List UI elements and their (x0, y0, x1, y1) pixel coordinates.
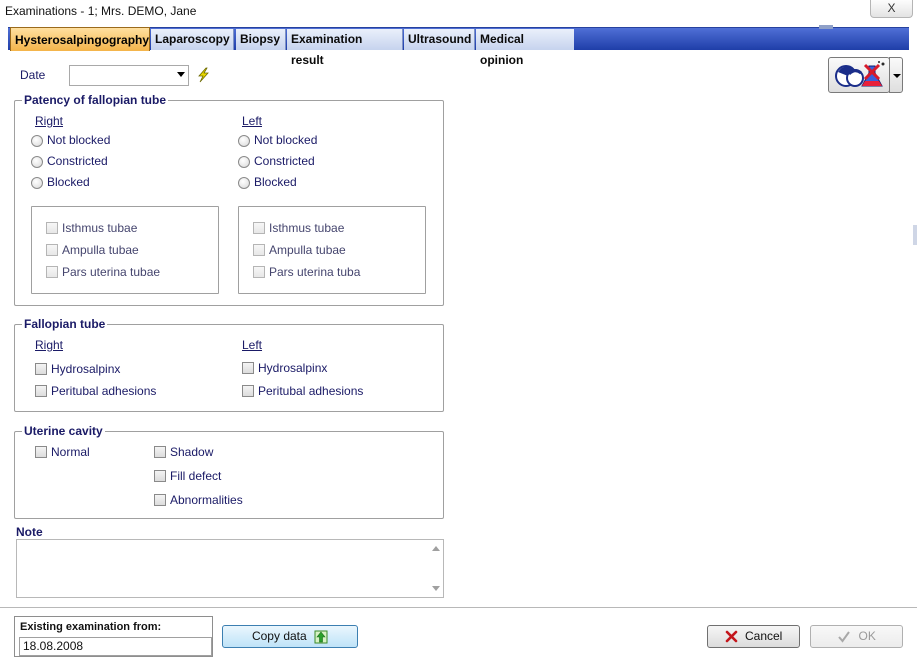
check-fill-defect-label[interactable]: Fill defect (170, 469, 221, 483)
window-title: Examinations - 1; Mrs. DEMO, Jane (5, 4, 197, 18)
check-left-isthmus-tubae[interactable] (253, 222, 265, 234)
check-normal[interactable] (35, 446, 47, 458)
check-right-pars-uterina[interactable] (46, 266, 58, 278)
examination-tool-icon (835, 61, 885, 87)
check-left-pars-uterina-label: Pars uterina tuba (269, 265, 361, 279)
ok-check-icon (838, 631, 850, 643)
check-shadow[interactable] (154, 446, 166, 458)
radio-left-not-blocked-label[interactable]: Not blocked (254, 133, 317, 147)
radio-right-not-blocked[interactable] (31, 135, 43, 147)
radio-left-constricted-label[interactable]: Constricted (254, 154, 315, 168)
tab-ultrasound[interactable]: Ultrasound (404, 29, 475, 50)
radio-left-blocked-label[interactable]: Blocked (254, 175, 297, 189)
dropdown-arrow-icon (893, 74, 901, 78)
check-right-ampulla-tubae-label: Ampulla tubae (62, 243, 139, 257)
cancel-icon (725, 631, 737, 643)
existing-examination-value[interactable]: 18.08.2008 (19, 637, 212, 656)
patency-left-heading: Left (242, 114, 263, 128)
check-abnormalities[interactable] (154, 494, 166, 506)
patency-right-heading: Right (35, 114, 64, 128)
check-right-peritubal-adhesions[interactable] (35, 385, 47, 397)
window-edge (913, 225, 917, 245)
radio-right-not-blocked-label[interactable]: Not blocked (47, 133, 110, 147)
radio-left-not-blocked[interactable] (238, 135, 250, 147)
title-bar: Examinations - 1; Mrs. DEMO, Jane X (0, 0, 917, 24)
examination-tool-dropdown[interactable] (889, 57, 903, 93)
tab-hysterosalpingography[interactable]: Hysterosalpingography (10, 27, 150, 51)
radio-right-blocked-label[interactable]: Blocked (47, 175, 90, 189)
note-scrollbar[interactable] (429, 540, 443, 597)
radio-right-constricted[interactable] (31, 156, 43, 168)
scroll-down-icon[interactable] (432, 586, 440, 591)
ok-button[interactable]: OK (810, 625, 903, 648)
tab-laparoscopy[interactable]: Laparoscopy (151, 29, 234, 50)
check-left-hydrosalpinx-label[interactable]: Hydrosalpinx (258, 361, 327, 375)
copy-data-label: Copy data (251, 629, 307, 643)
check-right-hydrosalpinx[interactable] (35, 363, 47, 375)
check-left-ampulla-tubae[interactable] (253, 244, 265, 256)
note-label: Note (16, 525, 43, 539)
check-fill-defect[interactable] (154, 470, 166, 482)
copy-data-button[interactable]: Copy data (222, 625, 358, 648)
lightning-icon[interactable] (195, 67, 211, 83)
check-left-peritubal-adhesions[interactable] (242, 385, 254, 397)
check-normal-label[interactable]: Normal (51, 445, 90, 459)
tab-examination-result[interactable]: Examination result (287, 29, 403, 67)
examination-tool-button[interactable] (828, 57, 890, 93)
ok-label: OK (858, 629, 876, 643)
check-right-hydrosalpinx-label[interactable]: Hydrosalpinx (51, 362, 120, 376)
check-left-pars-uterina[interactable] (253, 266, 265, 278)
date-dropdown[interactable] (69, 65, 189, 86)
close-icon: X (887, 1, 896, 15)
radio-right-constricted-label[interactable]: Constricted (47, 154, 108, 168)
scroll-up-icon[interactable] (432, 546, 440, 551)
check-right-pars-uterina-label: Pars uterina tubae (62, 265, 161, 279)
check-right-isthmus-tubae-label: Isthmus tubae (62, 221, 138, 235)
tab-medical-opinion[interactable]: Medical opinion (476, 29, 574, 67)
uterine-cavity-title: Uterine cavity (22, 424, 105, 438)
date-label: Date (20, 68, 46, 82)
tab-bar-grip (819, 25, 833, 29)
check-shadow-label[interactable]: Shadow (170, 445, 213, 459)
check-right-ampulla-tubae[interactable] (46, 244, 58, 256)
copy-data-icon (314, 630, 328, 644)
check-left-hydrosalpinx[interactable] (242, 362, 254, 374)
cancel-button[interactable]: Cancel (707, 625, 800, 648)
patency-title: Patency of fallopian tube (22, 93, 169, 107)
tube-left-heading: Left (242, 338, 263, 352)
existing-examination-label: Existing examination from: (20, 621, 162, 633)
check-right-isthmus-tubae[interactable] (46, 222, 58, 234)
radio-left-constricted[interactable] (238, 156, 250, 168)
tab-bar: Hysterosalpingography Laparoscopy Biopsy… (8, 25, 909, 67)
check-right-peritubal-adhesions-label[interactable]: Peritubal adhesions (51, 384, 156, 398)
check-abnormalities-label[interactable]: Abnormalities (170, 493, 243, 507)
close-button[interactable]: X (870, 0, 913, 18)
tab-biopsy[interactable]: Biopsy (236, 29, 286, 50)
dropdown-arrow-icon (177, 72, 185, 77)
fallopian-tube-title: Fallopian tube (22, 317, 108, 331)
radio-left-blocked[interactable] (238, 177, 250, 189)
cancel-label: Cancel (744, 629, 783, 643)
note-textarea[interactable] (16, 539, 444, 598)
radio-right-blocked[interactable] (31, 177, 43, 189)
tube-right-heading: Right (35, 338, 64, 352)
existing-examination-box: Existing examination from: 18.08.2008 (14, 616, 213, 657)
check-left-peritubal-adhesions-label[interactable]: Peritubal adhesions (258, 384, 363, 398)
check-left-isthmus-tubae-label: Isthmus tubae (269, 221, 345, 235)
check-left-ampulla-tubae-label: Ampulla tubae (269, 243, 346, 257)
